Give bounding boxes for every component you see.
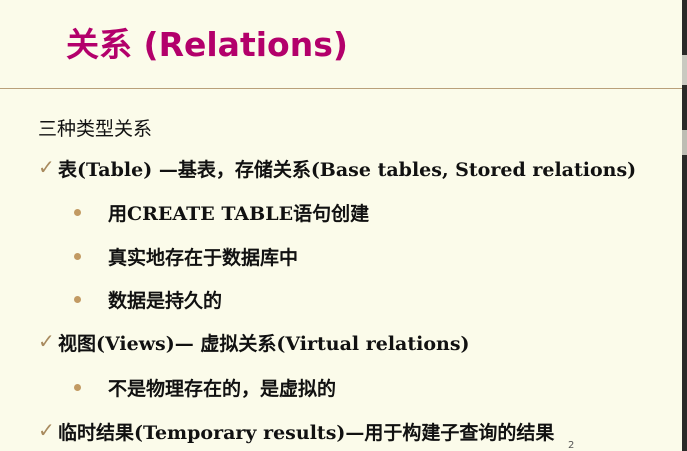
dot-icon bbox=[74, 384, 81, 391]
title-divider bbox=[0, 88, 684, 89]
subitem-stored-in-db: 真实地存在于数据库中 bbox=[108, 247, 299, 269]
page-number: 2 bbox=[568, 440, 575, 451]
slide: 关系 (Relations) 三种类型关系 ✓ 表(Table) —基表，存储关… bbox=[0, 0, 687, 451]
check-icon: ✓ bbox=[38, 329, 55, 353]
intro-text: 三种类型关系 bbox=[38, 118, 153, 140]
check-icon: ✓ bbox=[38, 155, 55, 179]
window-edge bbox=[682, 0, 687, 451]
list-item-temporary-results: 临时结果(Temporary results)—用于构建子查询的结果 bbox=[58, 422, 555, 444]
dot-icon bbox=[74, 296, 81, 303]
list-item-tables: 表(Table) —基表，存储关系(Base tables, Stored re… bbox=[58, 159, 637, 181]
dot-icon bbox=[74, 253, 81, 260]
subitem-create-table: 用CREATE TABLE语句创建 bbox=[108, 203, 370, 225]
slide-title: 关系 (Relations) bbox=[66, 25, 348, 64]
subitem-virtual: 不是物理存在的，是虚拟的 bbox=[108, 378, 337, 400]
subitem-persistent: 数据是持久的 bbox=[108, 290, 223, 312]
list-item-views: 视图(Views)— 虚拟关系(Virtual relations) bbox=[58, 333, 470, 355]
dot-icon bbox=[74, 209, 81, 216]
check-icon: ✓ bbox=[38, 418, 55, 442]
